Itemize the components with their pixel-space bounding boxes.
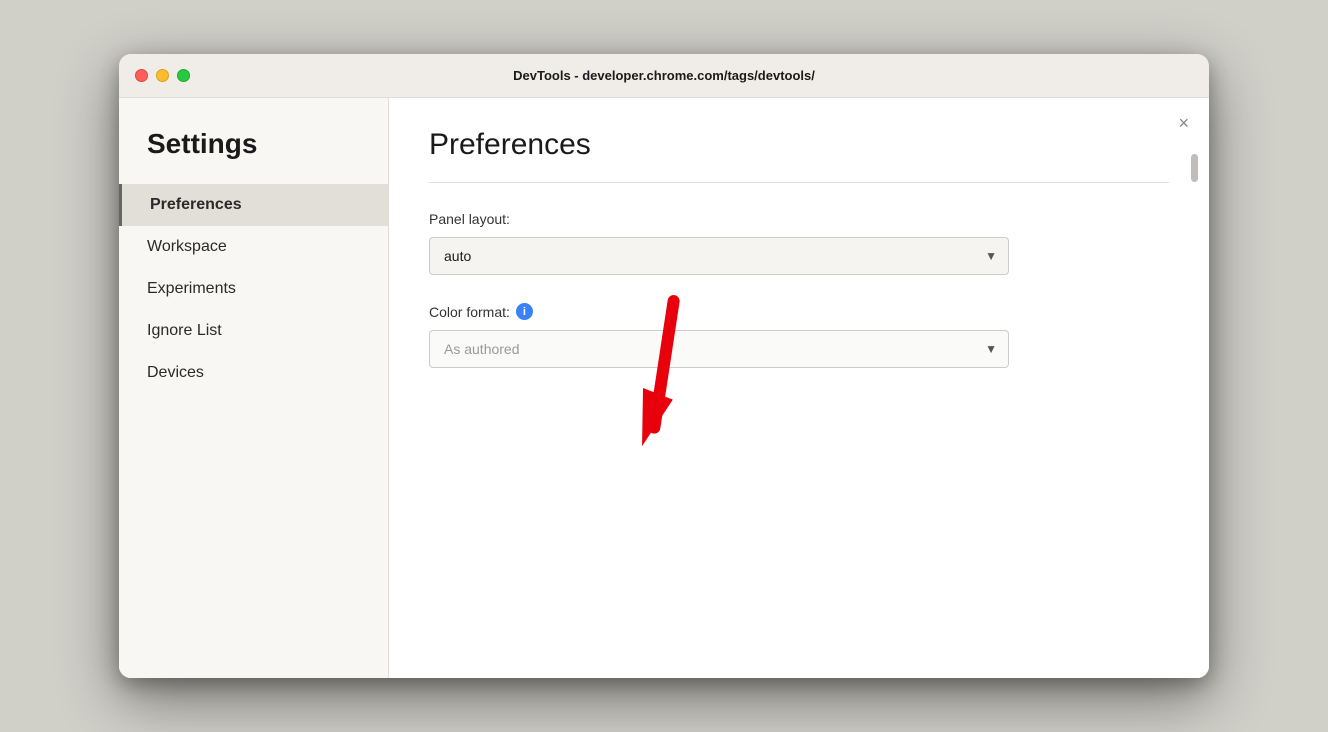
sidebar-heading: Settings <box>119 128 388 184</box>
title-bar: DevTools - developer.chrome.com/tags/dev… <box>119 54 1209 98</box>
color-format-select-wrapper: As authored HEX RGB HSL ▼ <box>429 330 1009 368</box>
color-format-label: Color format: <box>429 304 510 320</box>
window-body: Settings Preferences Workspace Experimen… <box>119 98 1209 678</box>
section-divider <box>429 182 1169 183</box>
sidebar: Settings Preferences Workspace Experimen… <box>119 98 389 678</box>
color-format-group: Color format: i As authored HEX RGB HSL … <box>429 303 1169 368</box>
scrollbar-thumb[interactable] <box>1191 154 1198 182</box>
color-format-select[interactable]: As authored HEX RGB HSL <box>429 330 1009 368</box>
close-button[interactable] <box>135 69 148 82</box>
sidebar-item-preferences[interactable]: Preferences <box>119 184 388 226</box>
sidebar-item-ignore-list[interactable]: Ignore List <box>119 310 388 352</box>
main-content: × Preferences Panel layout: auto horizon… <box>389 98 1209 678</box>
color-format-info-icon[interactable]: i <box>516 303 533 320</box>
scrollbar-track[interactable] <box>1189 148 1199 678</box>
sidebar-item-workspace[interactable]: Workspace <box>119 226 388 268</box>
panel-layout-select-wrapper: auto horizontal vertical ▼ <box>429 237 1009 275</box>
dialog-close-button[interactable]: × <box>1178 114 1189 132</box>
page-title: Preferences <box>429 128 1169 162</box>
sidebar-nav: Preferences Workspace Experiments Ignore… <box>119 184 388 394</box>
sidebar-item-devices[interactable]: Devices <box>119 352 388 394</box>
color-format-label-row: Color format: i <box>429 303 1169 320</box>
maximize-button[interactable] <box>177 69 190 82</box>
panel-layout-group: Panel layout: auto horizontal vertical ▼ <box>429 211 1169 275</box>
sidebar-item-experiments[interactable]: Experiments <box>119 268 388 310</box>
window: DevTools - developer.chrome.com/tags/dev… <box>119 54 1209 678</box>
panel-layout-label: Panel layout: <box>429 211 1169 227</box>
panel-layout-select[interactable]: auto horizontal vertical <box>429 237 1009 275</box>
traffic-lights <box>135 69 190 82</box>
minimize-button[interactable] <box>156 69 169 82</box>
window-title: DevTools - developer.chrome.com/tags/dev… <box>513 68 815 83</box>
